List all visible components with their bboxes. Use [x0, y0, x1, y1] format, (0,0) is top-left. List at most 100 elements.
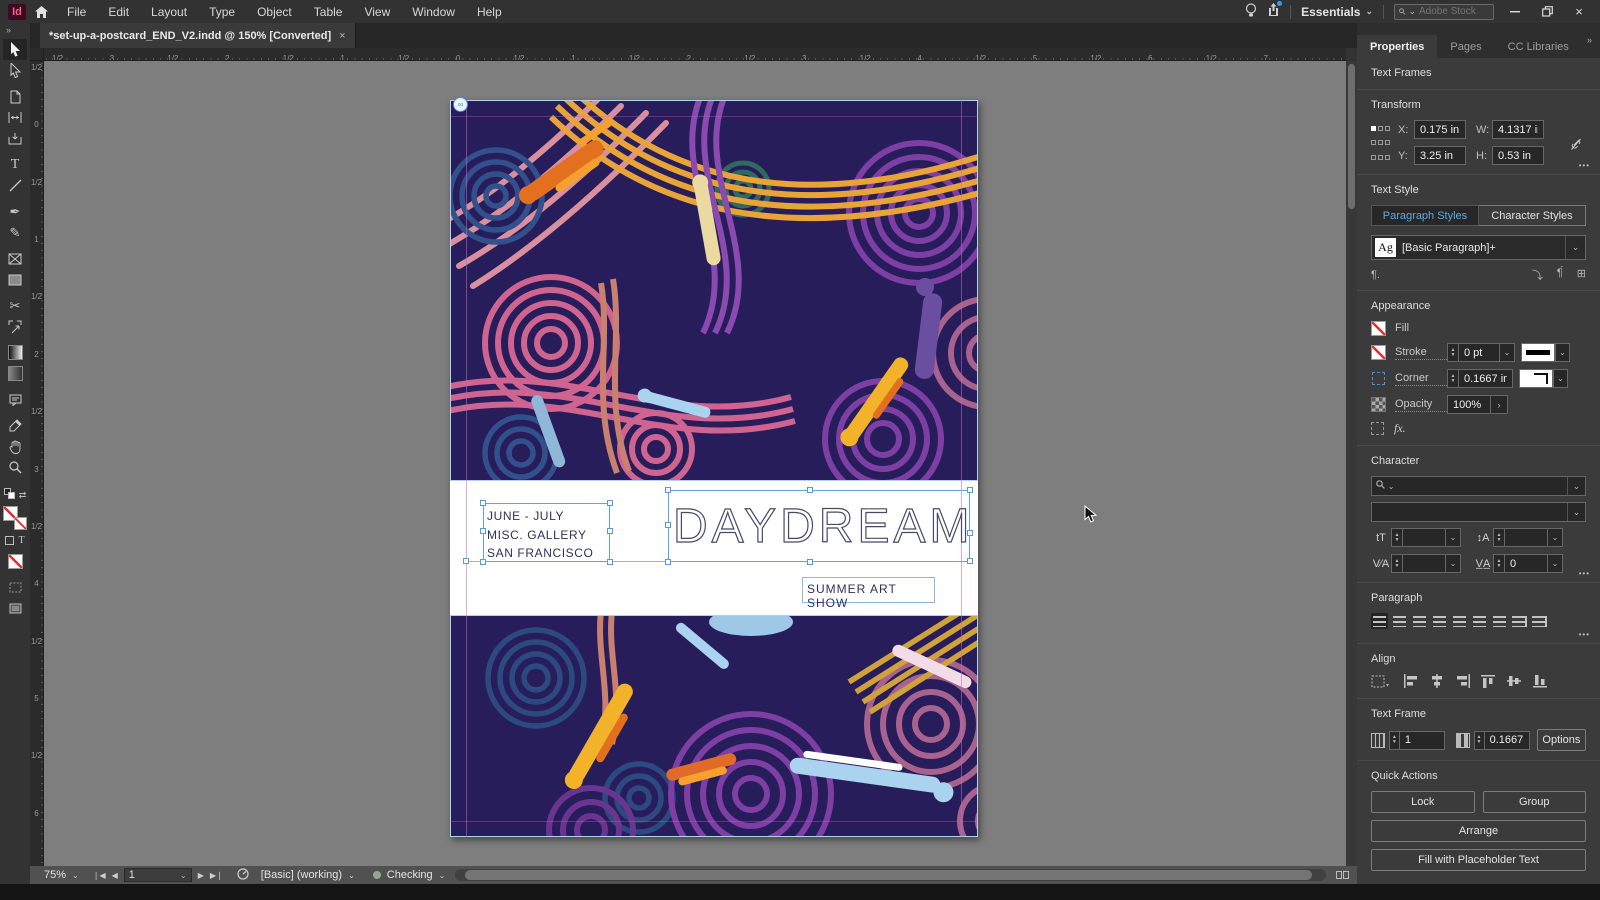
rectangle-tool[interactable] — [3, 269, 27, 290]
previous-page-button[interactable]: ◀ — [112, 871, 118, 880]
stroke-swatch-none[interactable] — [14, 517, 27, 530]
zoom-chevron-icon[interactable]: ⌄ — [72, 871, 79, 880]
leading-field[interactable] — [1504, 528, 1548, 547]
y-value-field[interactable] — [1414, 146, 1466, 165]
text-frame-info[interactable]: JUNE - JULY MISC. GALLERY SAN FRANCISCO — [480, 500, 613, 565]
opacity-label[interactable]: Opacity — [1395, 398, 1447, 412]
font-size-field[interactable] — [1402, 528, 1446, 547]
preflight-icon[interactable] — [237, 867, 249, 883]
constrain-proportions-icon[interactable] — [1570, 120, 1586, 167]
stroke-style-chevron-icon[interactable]: ⌄ — [1555, 343, 1570, 362]
gradient-swatch-tool[interactable] — [3, 342, 27, 363]
w-value-field[interactable] — [1492, 120, 1544, 139]
text-frame-subtitle[interactable]: SUMMER ART SHOW — [802, 577, 935, 610]
selection-handle[interactable] — [967, 487, 973, 493]
corner-shape-swatch[interactable] — [1519, 369, 1553, 388]
more-options-icon[interactable]: ••• — [1579, 569, 1590, 578]
indesign-logo-icon[interactable]: Id — [8, 3, 26, 20]
align-left-edges-button[interactable] — [1403, 674, 1421, 689]
paragraph-mark-icon[interactable]: ¶. — [1371, 269, 1380, 281]
tracking-chevron-icon[interactable]: ⌄ — [1548, 554, 1563, 573]
menu-object[interactable]: Object — [246, 0, 303, 23]
selection-handle[interactable] — [967, 558, 973, 564]
justify-all-button[interactable] — [1491, 613, 1508, 629]
selection-handle[interactable] — [607, 559, 613, 565]
tab-properties[interactable]: Properties — [1357, 35, 1438, 58]
corner-size-field[interactable] — [1458, 369, 1513, 388]
fill-swatch[interactable] — [1371, 321, 1386, 336]
screen-mode-icon[interactable] — [3, 598, 27, 619]
x-value-field[interactable] — [1414, 120, 1466, 139]
vertical-ruler[interactable]: 1/2 0 1/2 1 1/2 2 1/2 3 1/2 4 1/2 5 1/2 6 — [30, 61, 44, 866]
free-transform-tool[interactable] — [3, 316, 27, 337]
pencil-tool[interactable]: ✎ — [3, 222, 27, 243]
chevron-down-icon[interactable]: ⌄ — [1567, 477, 1585, 495]
line-tool[interactable] — [3, 175, 27, 196]
collapse-panel-icon[interactable]: » — [1587, 35, 1592, 45]
home-icon[interactable] — [26, 0, 56, 23]
create-style-icon[interactable]: ⊞ — [1577, 267, 1586, 283]
selection-handle[interactable] — [807, 487, 813, 493]
selection-handle[interactable] — [607, 528, 613, 534]
align-toward-spine-button[interactable] — [1511, 613, 1528, 629]
share-icon[interactable] — [1267, 1, 1283, 20]
menu-window[interactable]: Window — [401, 0, 466, 23]
kerning-field[interactable] — [1402, 554, 1446, 573]
inset-field[interactable] — [1483, 730, 1530, 750]
minimize-button[interactable] — [1504, 3, 1526, 21]
menu-edit[interactable]: Edit — [97, 0, 140, 23]
align-right-button[interactable] — [1411, 613, 1428, 629]
menu-view[interactable]: View — [353, 0, 401, 23]
close-tab-icon[interactable]: × — [339, 30, 345, 42]
preflight-profile[interactable]: [Basic] (working) — [261, 869, 342, 881]
opacity-expand-icon[interactable]: › — [1491, 395, 1508, 414]
eyedropper-tool[interactable] — [3, 415, 27, 436]
swap-fill-stroke-icon[interactable]: ⇄ — [19, 490, 27, 501]
zoom-level[interactable]: 75% — [44, 869, 66, 881]
tab-cc-libraries[interactable]: CC Libraries — [1495, 35, 1582, 58]
chevron-down-icon[interactable]: ⌄ — [1567, 503, 1585, 521]
paragraph-style-dropdown[interactable]: Ag [Basic Paragraph]+ ⌄ — [1371, 235, 1586, 260]
horizontal-scrollbar[interactable] — [455, 869, 1326, 881]
selection-handle[interactable] — [807, 559, 813, 565]
tab-pages[interactable]: Pages — [1437, 35, 1494, 58]
close-button[interactable]: × — [1568, 3, 1590, 21]
search-input[interactable] — [1419, 6, 1489, 17]
expand-panel-icon[interactable]: » — [0, 23, 11, 39]
justify-right-button[interactable] — [1471, 613, 1488, 629]
menu-layout[interactable]: Layout — [140, 0, 198, 23]
kerning-stepper[interactable]: ▲ ▼ — [1391, 554, 1402, 573]
opacity-field[interactable] — [1447, 395, 1491, 414]
selection-handle[interactable] — [665, 522, 671, 528]
content-collector-tool[interactable] — [3, 128, 27, 149]
scissors-tool[interactable]: ✂ — [3, 295, 27, 316]
font-style-dropdown[interactable]: ⌄ — [1371, 502, 1586, 522]
artwork-frame-bottom[interactable] — [450, 615, 978, 837]
redefine-style-icon[interactable]: ⤵ — [1532, 267, 1543, 283]
selection-handle[interactable] — [480, 528, 486, 534]
corner-shape-chevron-icon[interactable]: ⌄ — [1553, 369, 1568, 388]
selection-handle[interactable] — [665, 487, 671, 493]
inset-stepper[interactable]: ▲ ▼ — [1473, 730, 1484, 750]
align-vertical-centers-button[interactable] — [1507, 674, 1525, 689]
selection-tool[interactable] — [3, 39, 27, 60]
more-options-icon[interactable]: ••• — [1579, 161, 1590, 170]
text-frame-options-button[interactable]: Options — [1536, 729, 1586, 751]
corner-label[interactable]: Corner — [1395, 372, 1447, 386]
align-top-edges-button[interactable] — [1481, 674, 1499, 689]
stroke-weight-chevron-icon[interactable]: ⌄ — [1500, 343, 1515, 362]
align-to-selector[interactable] — [1371, 674, 1389, 689]
apply-none-swatch[interactable] — [3, 551, 27, 572]
justify-left-button[interactable] — [1431, 613, 1448, 629]
fx-icon[interactable]: fx. — [1394, 421, 1406, 436]
more-options-icon[interactable]: ••• — [1579, 630, 1590, 639]
workspace-switcher[interactable]: Essentials ⌄ — [1301, 5, 1373, 19]
align-center-button[interactable] — [1391, 613, 1408, 629]
stroke-style-swatch[interactable] — [1521, 343, 1555, 362]
clear-overrides-icon[interactable]: ¶́ — [1557, 267, 1563, 283]
adobe-stock-search[interactable]: ⌄ — [1394, 3, 1494, 20]
group-button[interactable]: Group — [1482, 791, 1586, 813]
horizontal-ruler[interactable]: 1/2 3 1/2 2 1/2 1 1/2 0 1/2 1 1/2 2 1/2 3 1/2 4 1/2 5 1/2 6… — [44, 48, 1346, 61]
selection-handle[interactable] — [463, 558, 469, 564]
stroke-label[interactable]: Stroke — [1395, 346, 1447, 360]
